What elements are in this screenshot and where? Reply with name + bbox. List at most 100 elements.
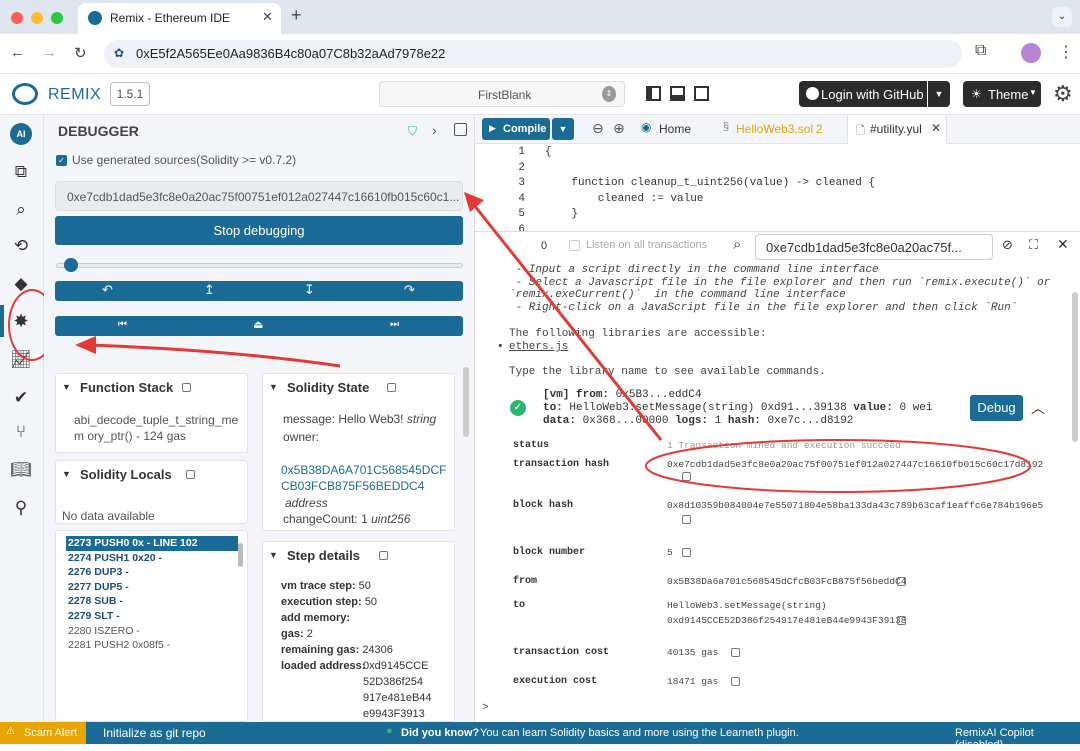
listen-checkbox[interactable] [569, 240, 580, 251]
copy-icon[interactable] [379, 551, 388, 560]
scam-alert-button[interactable]: ⚠ Scam Alert [0, 722, 86, 744]
clear-console-icon[interactable]: ⊘ [1002, 237, 1013, 253]
copy-icon[interactable] [731, 648, 740, 657]
ethers-link[interactable]: ethers.js [509, 341, 568, 353]
close-tab-icon[interactable]: ✕ [262, 9, 273, 25]
tx-key: from: [576, 389, 610, 401]
file-tab-helloweb3[interactable]: HelloWeb3.sol [736, 122, 813, 136]
copy-icon[interactable] [182, 383, 191, 392]
step-over-back-icon[interactable]: ↶ [102, 282, 113, 298]
step-over-forward-icon[interactable]: ↷ [404, 282, 415, 298]
jump-previous-breakpoint-icon[interactable]: ⏮ [118, 319, 127, 330]
terminal-scrollbar[interactable] [1072, 292, 1078, 442]
opcode-row[interactable]: 2279 SLT - [66, 609, 238, 624]
plugin-manager-icon[interactable]: ⚲ [10, 497, 32, 519]
address-bar[interactable]: ✿ 0xE5f2A565Ee0Aa9836B4c80a07C8b32aAd797… [104, 40, 962, 68]
new-tab-icon[interactable]: + [291, 5, 302, 26]
copy-icon[interactable] [682, 472, 691, 481]
caret-down-icon[interactable]: ▼ [269, 550, 278, 560]
opcode-row[interactable]: 2273 PUSH0 0x - LINE 102 [66, 536, 238, 551]
caret-down-icon[interactable]: ▼ [269, 382, 278, 392]
caret-down-icon[interactable]: ▼ [62, 382, 71, 392]
console-prompt[interactable]: > [482, 702, 489, 714]
step-back-icon[interactable]: ↥ [204, 282, 215, 298]
maximize-window-dot[interactable] [51, 12, 63, 24]
remix-ai-icon[interactable]: AI [10, 123, 32, 145]
compile-button[interactable]: ▶ Compile [482, 118, 550, 140]
layout-bottom-icon[interactable] [670, 86, 685, 101]
state-type: string [406, 412, 437, 426]
close-window-dot[interactable] [11, 12, 23, 24]
expand-terminal-icon[interactable]: ⛶ [1029, 237, 1038, 253]
git-init-link[interactable]: Initialize as git repo [103, 726, 206, 740]
opcode-row[interactable]: 2280 ISZERO - [66, 624, 238, 639]
copy-icon[interactable] [731, 677, 740, 686]
settings-gear-icon[interactable]: ⚙ [1053, 81, 1073, 107]
terminal-search-input[interactable]: 0xe7cdb1dad5e3fc8e0a20ac75f... [755, 234, 993, 260]
copy-icon[interactable] [897, 577, 906, 586]
opcode-row[interactable]: 2278 SUB - [66, 594, 238, 609]
step-slider-track[interactable] [56, 263, 463, 268]
solidity-compiler-icon[interactable]: ⟲ [10, 235, 32, 257]
panel-scrollbar[interactable] [463, 367, 469, 437]
reload-icon[interactable]: ↻ [74, 44, 87, 62]
jump-out-icon[interactable]: ⏏ [253, 318, 263, 331]
caret-down-icon[interactable]: ▼ [62, 469, 71, 479]
forward-icon[interactable]: → [42, 44, 57, 61]
tip-text[interactable]: You can learn Solidity basics and more u… [480, 727, 799, 739]
browser-menu-icon[interactable]: ⋮ [1058, 42, 1074, 62]
debug-tx-button[interactable]: Debug [970, 395, 1023, 421]
opcode-row[interactable]: 2274 PUSH1 0x20 - [66, 551, 238, 566]
learneth-book-icon[interactable]: 📖︎ [10, 459, 32, 481]
exec-step-row: execution step: 50 [281, 594, 451, 610]
git-branch-icon[interactable]: ⑂ [10, 421, 32, 443]
browser-tab[interactable]: Remix - Ethereum IDE ✕ [78, 3, 281, 34]
workspace-select[interactable]: FirstBlank ⇕ [379, 81, 625, 107]
search-icon[interactable]: ⌕ [10, 199, 32, 221]
opcode-scrollbar[interactable] [238, 543, 243, 567]
back-icon[interactable]: ← [10, 44, 25, 61]
use-generated-checkbox[interactable]: ✓ [56, 155, 67, 166]
theme-caret-icon: ▼ [1029, 88, 1037, 97]
tx-hash-input[interactable]: 0xe7cdb1dad5e3fc8e0a20ac75f00751ef012a02… [55, 181, 463, 211]
layout-split-icon[interactable] [694, 86, 709, 101]
copy-icon[interactable] [682, 548, 691, 557]
step-slider-thumb[interactable] [64, 258, 78, 272]
collapse-caret-icon[interactable]: ︿ [1031, 398, 1045, 418]
close-plugin-icon[interactable] [454, 123, 467, 136]
copy-icon[interactable] [387, 383, 396, 392]
file-explorer-icon[interactable]: ⧉ [10, 161, 32, 183]
tab-list-icon[interactable]: ⌄ [1052, 7, 1072, 27]
login-github-button[interactable]: Login with GitHub [799, 81, 927, 107]
step-into-icon[interactable]: ↧ [304, 282, 315, 298]
jump-next-breakpoint-icon[interactable]: ⏭ [390, 319, 399, 330]
login-dropdown-button[interactable]: ▼ [928, 81, 950, 107]
compile-dropdown-button[interactable]: ▼ [552, 118, 574, 140]
opcode-row[interactable]: 2281 PUSH2 0x08f5 - [66, 638, 238, 653]
copy-icon[interactable] [186, 470, 195, 479]
active-file-tab[interactable]: 🗋︎ #utility.yul ✕ [847, 115, 947, 144]
tx-line-data: data: 0x368...00000 logs: 1 hash: 0xe7c.… [543, 415, 943, 428]
stop-debugging-button[interactable]: Stop debugging [55, 216, 463, 245]
site-info-icon[interactable]: ✿ [114, 46, 124, 60]
code-view[interactable]: 1 {2 3 function cleanup_t_uint256(value) -… [475, 143, 1080, 233]
copilot-status[interactable]: RemixAI Copilot (disabled) [955, 727, 1080, 751]
opcode-list[interactable]: 2273 PUSH0 0x - LINE 102 2274 PUSH1 0x20 … [55, 530, 248, 722]
zoom-in-icon[interactable]: ⊕ [613, 120, 625, 137]
copy-icon[interactable] [897, 616, 906, 625]
extensions-icon[interactable]: ⧉ [975, 42, 986, 60]
copy-icon[interactable] [682, 515, 691, 524]
tx-detail-value: 1 Transaction mined and execution succee… [667, 440, 901, 451]
zoom-out-icon[interactable]: ⊖ [592, 120, 604, 137]
layout-left-icon[interactable] [646, 86, 661, 101]
profile-avatar[interactable] [1021, 43, 1041, 63]
minimize-window-dot[interactable] [31, 12, 43, 24]
chevron-right-icon[interactable]: › [432, 122, 437, 138]
home-tab[interactable]: Home [659, 122, 691, 136]
opcode-row[interactable]: 2277 DUP5 - [66, 580, 238, 595]
close-tab-icon[interactable]: ✕ [931, 121, 941, 135]
static-analysis-check-icon[interactable]: ✔ [10, 387, 32, 409]
close-terminal-icon[interactable]: ✕ [1057, 236, 1069, 253]
opcode-row[interactable]: 2276 DUP3 - [66, 565, 238, 580]
theme-button[interactable]: ☀ Theme ▼ [963, 81, 1041, 107]
